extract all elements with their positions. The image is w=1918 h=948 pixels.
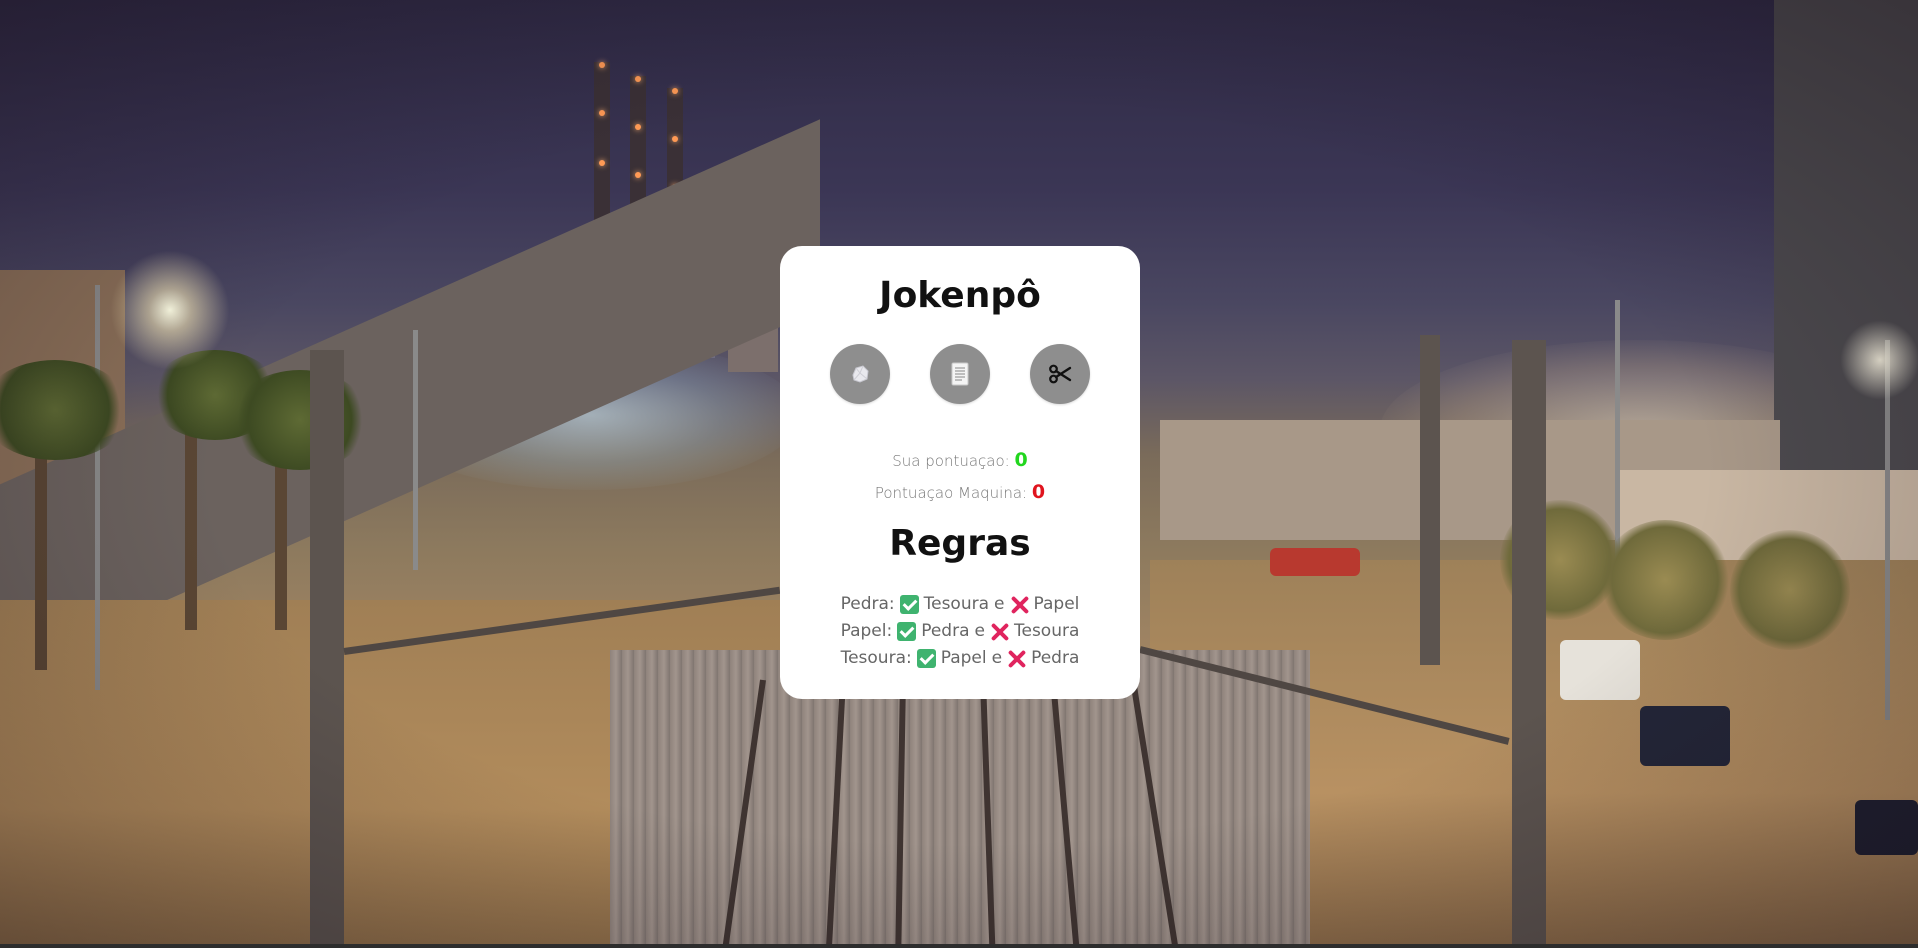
rule-subject: Papel: xyxy=(840,621,893,641)
check-mark-icon xyxy=(916,649,936,668)
check-mark-icon xyxy=(899,595,919,614)
rule-beats: Tesoura xyxy=(923,594,990,614)
machine-score-value: 0 xyxy=(1031,481,1046,503)
cross-mark-icon xyxy=(1007,649,1026,668)
rule-subject: Pedra: xyxy=(840,594,895,614)
machine-score-label: Pontuaçao Maquina: xyxy=(874,484,1028,502)
machine-score: Pontuaçao Maquina: 0 xyxy=(780,482,1140,503)
player-score-label: Sua pontuaçao: xyxy=(892,452,1010,470)
rule-loses: Papel xyxy=(1033,594,1080,614)
rule-row-pedra: Pedra: Tesoura e Papel xyxy=(780,591,1140,618)
rock-button[interactable] xyxy=(830,344,890,404)
game-title: Jokenpô xyxy=(879,275,1041,316)
rule-row-papel: Papel: Pedra e Tesoura xyxy=(780,618,1140,645)
rock-icon xyxy=(848,362,872,386)
rule-connector: e xyxy=(974,621,985,641)
rule-loses: Pedra xyxy=(1031,648,1080,668)
rules-title: Regras xyxy=(889,523,1031,564)
paper-icon xyxy=(949,361,971,387)
rule-connector: e xyxy=(994,594,1005,614)
rule-beats: Papel xyxy=(940,648,987,668)
scissors-button[interactable] xyxy=(1030,344,1090,404)
cross-mark-icon xyxy=(1010,595,1029,614)
rule-subject: Tesoura: xyxy=(840,648,912,668)
bottom-edge-bar xyxy=(0,944,1918,948)
rule-loses: Tesoura xyxy=(1013,621,1080,641)
rule-beats: Pedra xyxy=(921,621,970,641)
player-score: Sua pontuaçao: 0 xyxy=(780,450,1140,471)
paper-button[interactable] xyxy=(930,344,990,404)
scissors-icon xyxy=(1047,361,1073,387)
rule-connector: e xyxy=(991,648,1003,668)
cross-mark-icon xyxy=(990,622,1009,641)
game-card: Jokenpô Sua pontuaçao: 0 Pontuaçao Maqui… xyxy=(780,246,1140,699)
check-mark-icon xyxy=(897,622,917,641)
choice-buttons xyxy=(780,344,1140,404)
rules-list: Pedra: Tesoura e Papel Papel: Pedra e Te… xyxy=(780,591,1140,672)
rule-row-tesoura: Tesoura: Papel e Pedra xyxy=(780,645,1140,672)
player-score-value: 0 xyxy=(1014,449,1028,471)
